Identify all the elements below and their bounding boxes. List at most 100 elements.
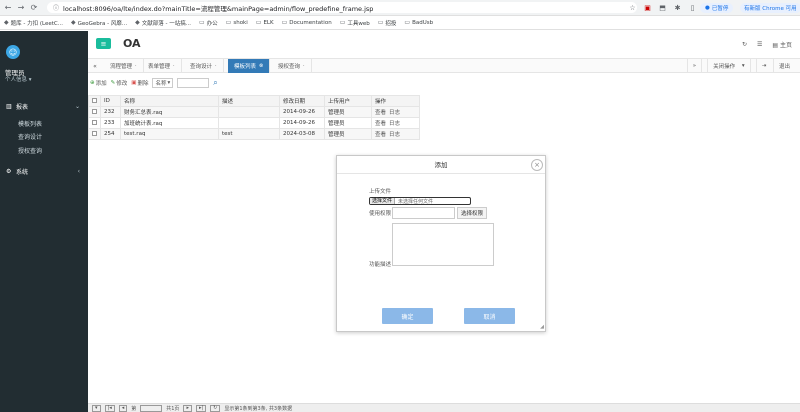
back-icon[interactable]: ← xyxy=(3,3,13,13)
row-checkbox[interactable] xyxy=(88,128,101,140)
resize-handle-icon[interactable]: ◢ xyxy=(540,324,544,330)
sidebar-item-query-design[interactable]: 查询设计 xyxy=(18,132,42,141)
extension-icon[interactable]: ⬒ xyxy=(658,3,667,12)
sidebar-item-auth-query[interactable]: 授权查询 xyxy=(18,146,42,155)
close-icon[interactable]: × xyxy=(531,159,543,171)
last-page-icon[interactable]: ▸| xyxy=(195,404,207,412)
tab-flow-management[interactable]: 流程管理 · xyxy=(104,59,144,73)
table-row[interactable]: 233 加班统计表.raq 2014-09-26 管理员 查看 日志 xyxy=(88,117,420,129)
permission-input[interactable] xyxy=(392,207,455,219)
column-header[interactable]: 操作 xyxy=(371,95,420,107)
delete-button[interactable]: ▣ 删除 xyxy=(131,79,148,87)
column-header[interactable]: 名称 xyxy=(120,95,219,107)
page-number-input[interactable] xyxy=(140,404,163,412)
close-icon[interactable]: · xyxy=(303,63,305,69)
bookmark-folder[interactable]: ▭ 招投 xyxy=(378,19,397,27)
chrome-update-button[interactable]: 有新版 Chrome 可用 xyxy=(740,3,800,13)
bookmark-folder[interactable]: ▭ 办公 xyxy=(199,19,218,27)
table-row[interactable]: 254 test.raq test 2024-03-08 管理员 查看 日志 xyxy=(88,128,420,140)
log-link[interactable]: 日志 xyxy=(389,110,400,116)
close-icon[interactable]: · xyxy=(215,63,217,69)
sidebar-item-template-list[interactable]: 模板列表 xyxy=(18,119,42,128)
column-header[interactable]: 上传用户 xyxy=(324,95,372,107)
row-checkbox[interactable] xyxy=(88,106,101,118)
close-icon[interactable]: ⊗ xyxy=(259,63,263,69)
cell-date: 2014-09-26 xyxy=(279,106,325,118)
column-header[interactable]: ID xyxy=(100,95,121,107)
edit-button[interactable]: ✎ 修改 xyxy=(111,79,128,87)
close-ops-dropdown[interactable]: 关闭操作 ▾ xyxy=(701,59,750,73)
forward-icon[interactable]: → xyxy=(16,3,26,13)
cell-id: 232 xyxy=(100,106,121,118)
table-row[interactable]: 232 财务汇总表.raq 2014-09-26 管理员 查看 日志 xyxy=(88,106,420,118)
bookmark-folder[interactable]: ▭ 工具web xyxy=(340,19,370,27)
file-input[interactable]: 选择文件 未选择任何文件 xyxy=(369,197,471,205)
confirm-button[interactable]: 确定 xyxy=(382,308,433,324)
choose-file-button[interactable]: 选择文件 xyxy=(370,198,396,204)
close-icon[interactable]: · xyxy=(135,63,137,69)
column-header[interactable]: 描述 xyxy=(218,95,280,107)
star-icon[interactable]: ☆ xyxy=(628,3,637,12)
bookmark-folder[interactable]: ▭ Documentation xyxy=(282,19,332,26)
profile-button[interactable]: ● 已暂停 xyxy=(700,3,734,13)
home-link[interactable]: ▤ 主页 xyxy=(772,40,792,49)
bookmark-folder[interactable]: ▭ BadUsb xyxy=(404,19,433,26)
bookmark-item[interactable]: ◆ GeoGebra - 风靡... xyxy=(71,19,127,27)
reload-icon[interactable]: ⟳ xyxy=(29,3,39,13)
tab-scroll-left-icon[interactable]: « xyxy=(88,59,102,73)
user-profile-link[interactable]: 个人信息 ▾ xyxy=(5,75,32,83)
search-icon[interactable]: ⌕ xyxy=(213,78,217,88)
tab-auth-query[interactable]: 授权查询 · xyxy=(272,59,312,73)
tab-query-design[interactable]: 查询设计 · xyxy=(184,59,224,73)
refresh-icon[interactable]: ↻ xyxy=(210,404,221,412)
bookmark-folder[interactable]: ▭ ELK xyxy=(256,19,274,26)
bookmark-item[interactable]: ◆ 题库 - 力扣 (LeetC... xyxy=(4,19,63,27)
view-link[interactable]: 查看 xyxy=(375,110,386,116)
search-input[interactable] xyxy=(177,78,210,88)
list-icon[interactable]: ☰ xyxy=(757,41,762,48)
tab-template-list[interactable]: 模板列表 ⊗ xyxy=(228,59,271,73)
chart-icon: ▥ xyxy=(6,102,12,110)
sidebar: ☺ 管理员 个人信息 ▾ ▥ 报表 ⌄ 模板列表 查询设计 授权查询 ⚙ 系统 … xyxy=(0,31,88,412)
chevron-down-icon: ⌄ xyxy=(74,102,80,110)
view-link[interactable]: 查看 xyxy=(375,132,386,138)
add-button[interactable]: ⊕ 添加 xyxy=(90,79,107,87)
choose-permission-button[interactable]: 选择权限 xyxy=(457,207,487,219)
bookmark-item[interactable]: ◆ 文献部落 - 一站搞... xyxy=(135,19,191,27)
field-select[interactable]: 名称 ▾ xyxy=(152,78,174,88)
refresh-icon[interactable]: ↻ xyxy=(742,41,747,48)
log-link[interactable]: 日志 xyxy=(389,132,400,138)
sidebar-section-reports[interactable]: ▥ 报表 ⌄ xyxy=(0,99,88,113)
cell-user: 管理员 xyxy=(324,106,372,118)
prev-page-icon[interactable]: ◂ xyxy=(118,404,128,412)
column-header[interactable]: 修改日期 xyxy=(279,95,325,107)
close-icon[interactable]: · xyxy=(173,63,175,69)
cell-desc xyxy=(218,117,280,129)
logout-button[interactable]: ⇥ 退出 xyxy=(749,59,800,73)
page-size-select[interactable]: ▾ xyxy=(92,404,101,412)
next-page-icon[interactable]: ▸ xyxy=(183,404,192,412)
extension-icon[interactable]: ▣ xyxy=(643,3,652,12)
view-link[interactable]: 查看 xyxy=(375,121,386,127)
row-checkbox[interactable] xyxy=(88,117,101,129)
bookmark-icon: ◆ xyxy=(135,19,140,26)
address-bar[interactable]: ⓘ localhost:8096/oa/lte/index.do?mainTit… xyxy=(47,2,637,13)
sidebar-section-system[interactable]: ⚙ 系统 ‹ xyxy=(0,164,88,178)
select-all-checkbox[interactable] xyxy=(88,95,101,107)
description-textarea[interactable] xyxy=(392,223,494,266)
avatar[interactable]: ☺ xyxy=(6,45,20,59)
browser-toolbar: ← → ⟳ ⓘ localhost:8096/oa/lte/index.do?m… xyxy=(0,0,800,16)
info-icon[interactable]: ⓘ xyxy=(53,3,59,12)
first-page-icon[interactable]: |◂ xyxy=(104,404,115,412)
cancel-button[interactable]: 取消 xyxy=(464,308,515,324)
tab-scroll-right-icon[interactable]: » xyxy=(686,59,701,73)
tab-form-management[interactable]: 表单管理 · xyxy=(142,59,182,73)
cell-name: 财务汇总表.raq xyxy=(120,106,219,118)
folder-icon: ▭ xyxy=(225,19,232,26)
page-label: 第 xyxy=(131,405,137,412)
sidepanel-icon[interactable]: ▯ xyxy=(688,3,697,12)
log-link[interactable]: 日志 xyxy=(389,121,400,127)
bookmark-folder[interactable]: ▭ shoki xyxy=(226,19,248,26)
puzzle-icon[interactable]: ✱ xyxy=(673,3,682,12)
menu-toggle-button[interactable]: ≡ xyxy=(96,38,111,49)
